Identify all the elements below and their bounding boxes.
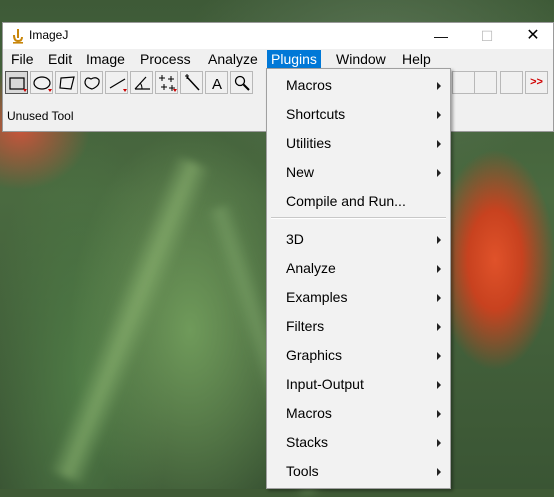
menu-bar: File Edit Image Process Analyze Plugins … [3,49,553,69]
tool-slot[interactable] [452,71,475,94]
submenu-arrow-icon [437,439,441,447]
menu-item-new[interactable]: New [267,159,450,187]
menu-help[interactable]: Help [398,50,435,68]
submenu-arrow-icon [437,265,441,273]
menu-item-label: Utilities [286,135,332,151]
angle-tool-button[interactable] [130,71,153,94]
menu-item-label: Macros [286,77,332,93]
menu-item-label: Analyze [286,260,336,276]
menu-plugins[interactable]: Plugins [267,50,321,68]
submenu-arrow-icon [437,352,441,360]
menu-item-label: Input-Output [286,376,364,392]
menu-item-shortcuts[interactable]: Shortcuts [267,101,450,129]
menu-item-label: Compile and Run... [286,193,406,209]
menu-item-analyze[interactable]: Analyze [267,255,450,283]
submenu-arrow-icon [437,169,441,177]
menu-image[interactable]: Image [82,50,129,68]
straight-line-tool-button[interactable] [105,71,128,94]
close-button[interactable]: ✕ [511,23,554,49]
menu-item-label: Shortcuts [286,106,346,122]
submenu-arrow-icon [437,323,441,331]
window-title: ImageJ [29,28,69,42]
menu-item-macros[interactable]: Macros [267,72,450,100]
menu-item-label: Graphics [286,347,343,363]
menu-item-stacks[interactable]: Stacks [267,429,450,457]
magnifying-glass-tool-button[interactable] [230,71,253,94]
menu-item-label: 3D [286,231,304,247]
submenu-arrow-icon [437,468,441,476]
menu-edit[interactable]: Edit [44,50,76,68]
menu-item-label: Macros [286,405,332,421]
svg-text:A: A [212,76,222,93]
menu-item-graphics[interactable]: Graphics [267,342,450,370]
polygon-icon [59,76,75,90]
freehand-tool-button[interactable] [80,71,103,94]
submenu-arrow-icon [437,111,441,119]
status-text: Unused Tool [7,109,74,123]
submenu-arrow-icon [437,381,441,389]
tool-slot[interactable] [474,71,497,94]
menu-analyze[interactable]: Analyze [204,50,262,68]
menu-item-examples[interactable]: Examples [267,284,450,312]
text-tool-button[interactable]: A [205,71,228,94]
freehand-icon [84,77,100,90]
oval-icon [33,76,52,92]
menu-item-filters[interactable]: Filters [267,313,450,341]
more-tools-button[interactable]: >> [525,71,548,94]
menu-item-macros-2[interactable]: Macros [267,400,450,428]
menu-item-label: Tools [286,463,319,479]
menu-item-label: New [286,164,315,180]
menu-item-utilities[interactable]: Utilities [267,130,450,158]
magnifying-glass-icon [234,75,250,91]
multi-point-tool-button[interactable] [155,71,178,94]
menu-item-input-output[interactable]: Input-Output [267,371,450,399]
wand-icon [185,74,200,91]
menu-item-label: Stacks [286,434,329,450]
multi-point-icon [159,75,177,92]
menu-item-3d[interactable]: 3D [267,226,450,254]
menu-item-label: Examples [286,289,348,305]
submenu-arrow-icon [437,410,441,418]
submenu-arrow-icon [437,82,441,90]
oval-tool-button[interactable] [30,71,53,94]
menu-item-compile-and-run[interactable]: Compile and Run... [267,188,450,216]
rectangle-tool-button[interactable] [5,71,28,94]
title-bar[interactable]: ImageJ — ☐ ✕ [3,23,553,49]
minimize-button[interactable]: — [419,23,463,49]
plugins-dropdown-menu: Macros Shortcuts Utilities New Compile a… [266,68,451,489]
tool-slot[interactable] [500,71,523,94]
menu-window[interactable]: Window [332,50,390,68]
maximize-button[interactable]: ☐ [465,23,509,49]
menu-process[interactable]: Process [136,50,195,68]
polygon-tool-button[interactable] [55,71,78,94]
menu-item-tools[interactable]: Tools [267,458,450,486]
angle-icon [134,76,150,90]
rectangle-icon [9,77,27,92]
wand-tool-button[interactable] [180,71,203,94]
submenu-arrow-icon [437,236,441,244]
submenu-arrow-icon [437,294,441,302]
menu-item-label: Filters [286,318,325,334]
submenu-arrow-icon [437,140,441,148]
imagej-app-icon [13,29,23,44]
menu-separator [271,217,446,219]
text-tool-icon: A [212,76,222,93]
menu-file[interactable]: File [7,50,38,68]
straight-line-icon [109,78,127,92]
